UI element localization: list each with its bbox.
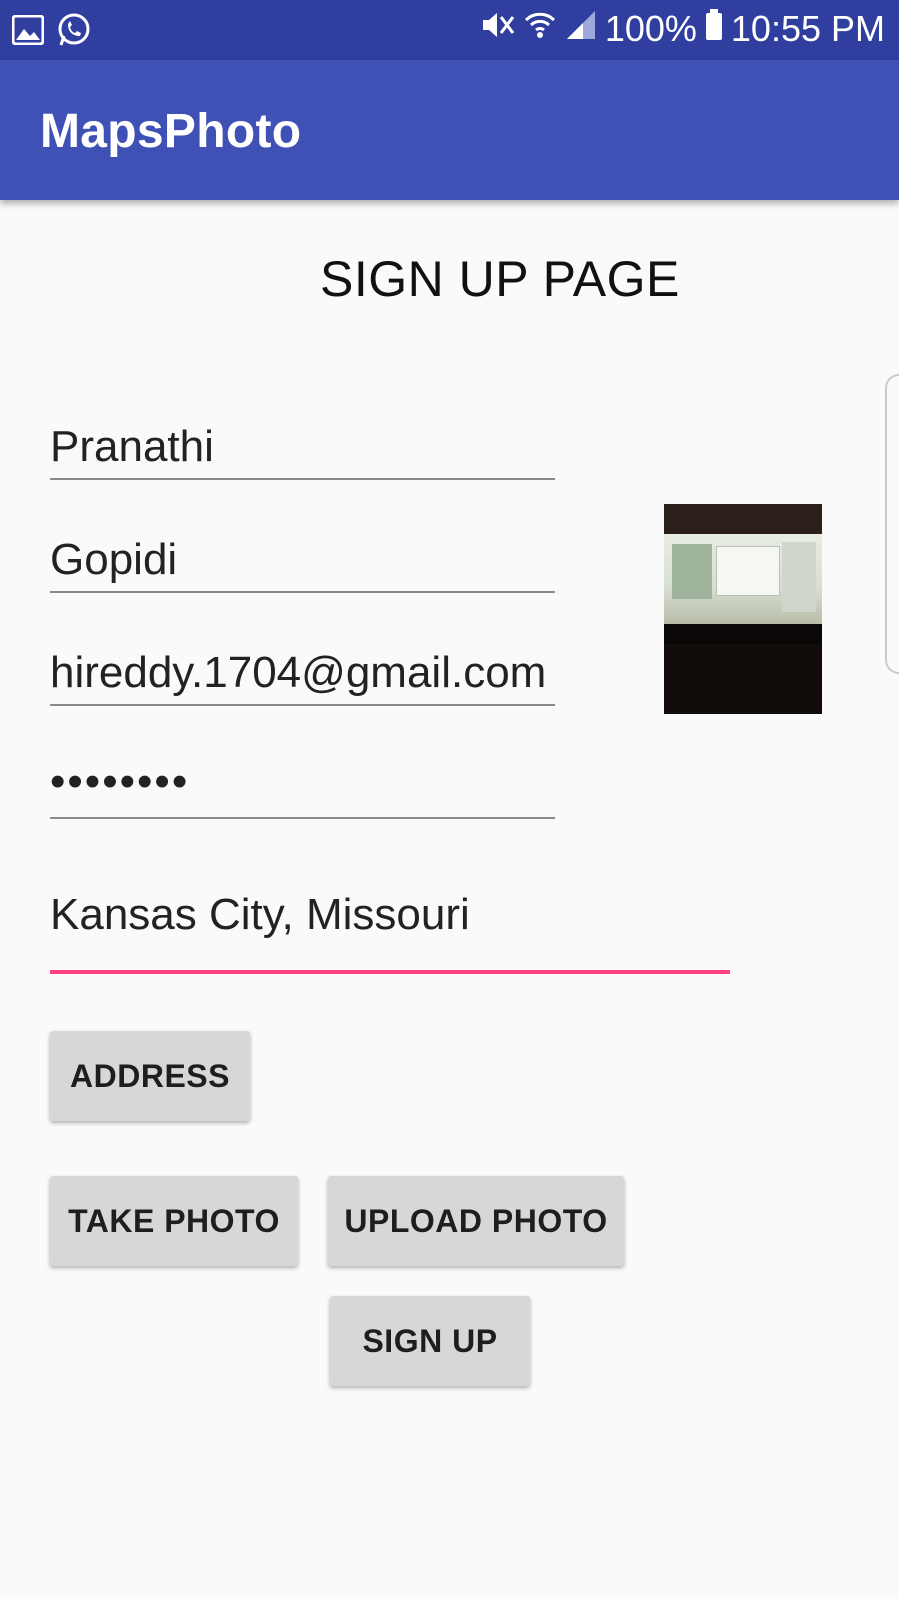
address-button[interactable]: ADDRESS (50, 1031, 250, 1121)
mute-icon (481, 8, 515, 50)
first-name-field[interactable]: Pranathi (50, 414, 555, 480)
signal-icon (565, 8, 597, 50)
profile-photo-preview (664, 504, 822, 714)
edge-panel-handle[interactable] (885, 374, 899, 674)
status-right: 100% 10:55 PM (481, 8, 885, 50)
photo-screen-content (664, 534, 822, 624)
take-photo-button[interactable]: TAKE PHOTO (50, 1176, 298, 1266)
clock: 10:55 PM (730, 8, 885, 49)
sign-up-button[interactable]: SIGN UP (330, 1296, 530, 1386)
photo-screen-panel-left (672, 544, 712, 599)
battery-icon (705, 8, 723, 50)
password-value: •••••••• (50, 757, 190, 806)
address-field[interactable]: Kansas City, Missouri (50, 876, 730, 974)
password-field[interactable]: •••••••• (50, 753, 555, 819)
last-name-field[interactable]: Gopidi (50, 527, 555, 593)
first-name-value: Pranathi (50, 422, 214, 471)
upload-photo-button[interactable]: UPLOAD PHOTO (328, 1176, 624, 1266)
email-field[interactable]: hireddy.1704@gmail.com (50, 640, 555, 706)
photo-screen-panel-right (782, 542, 816, 612)
battery-text: 100% (604, 8, 697, 49)
app-bar: MapsPhoto (0, 60, 899, 200)
photo-screen-panel-center (716, 546, 780, 596)
photo-top-band (664, 504, 822, 534)
status-left-icons (11, 12, 92, 53)
app-title: MapsPhoto (40, 105, 302, 158)
whatsapp-icon (56, 12, 92, 53)
wifi-icon (523, 8, 557, 50)
address-value: Kansas City, Missouri (50, 890, 470, 939)
last-name-value: Gopidi (50, 535, 178, 584)
page-title: SIGN UP PAGE (320, 251, 680, 307)
photo-keyboard-area (664, 644, 822, 714)
status-bar: 100% 10:55 PM (0, 0, 899, 60)
gallery-icon (11, 14, 45, 50)
email-value: hireddy.1704@gmail.com (50, 648, 547, 697)
